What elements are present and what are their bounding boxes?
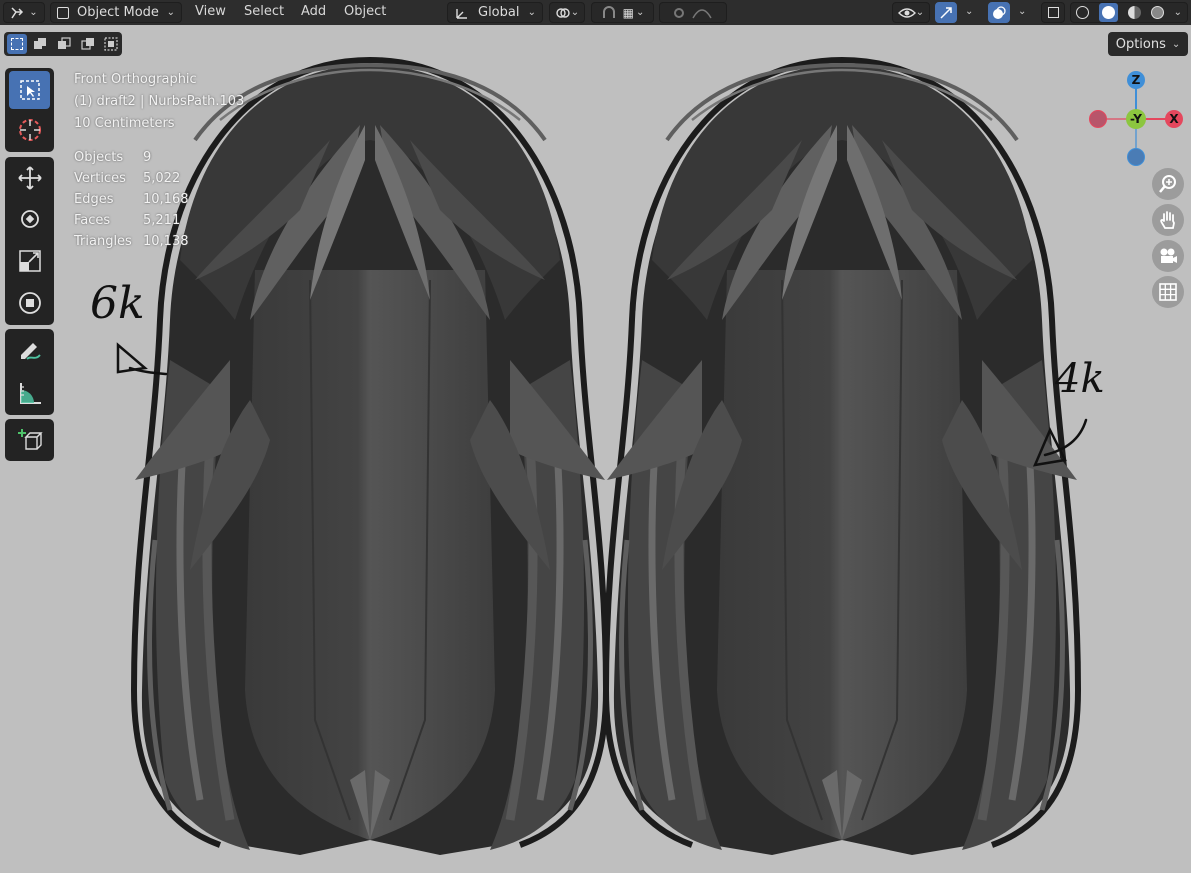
add-cube-icon [17, 429, 43, 450]
gizmo-axis-z[interactable]: Z [1127, 71, 1145, 89]
zoom-button[interactable] [1152, 168, 1184, 200]
pan-button[interactable] [1152, 204, 1184, 236]
scene-statistics: Objects 9 Vertices 5,022 Edges 10,168 Faces… [74, 150, 189, 255]
select-box-tool[interactable] [9, 71, 50, 109]
toggle-orthographic-button[interactable] [1152, 276, 1184, 308]
gizmo-axis-neg-y[interactable]: -Y [1126, 109, 1146, 129]
add-cube-tool[interactable] [9, 421, 50, 459]
rotate-icon [20, 210, 39, 228]
annotation-text-right: 4k [1055, 356, 1105, 402]
view-name-label: Front Orthographic [74, 72, 197, 87]
hair-mesh-left[interactable] [134, 60, 606, 855]
stat-row-objects: Objects 9 [74, 150, 152, 165]
tool-group-add [5, 419, 54, 461]
grid-icon [1159, 283, 1177, 301]
active-object-label: (1) draft2 | NurbsPath.103 [74, 94, 245, 109]
move-icon [17, 166, 42, 190]
gizmo-axis-neg-x[interactable] [1089, 110, 1107, 128]
blender-window: ⌄ Object Mode ⌄ View Select Add Object G… [0, 0, 1191, 873]
annotation-text-left: 6k [90, 278, 145, 329]
transform-tool[interactable] [9, 284, 50, 322]
tool-group-annotate [5, 329, 54, 415]
hair-mesh-right[interactable] [606, 60, 1078, 855]
scale-icon [18, 250, 41, 272]
annotate-pencil-icon [20, 343, 41, 360]
rotate-tool[interactable] [9, 200, 50, 238]
tool-group-transform [5, 157, 54, 325]
annotate-tool[interactable] [9, 331, 50, 369]
stat-row-triangles: Triangles 10,138 [74, 234, 189, 249]
select-box-icon [19, 80, 40, 100]
transform-icon [18, 292, 41, 314]
zoom-icon [1159, 175, 1176, 193]
viewport-3d[interactable] [0, 0, 1191, 873]
scale-tool[interactable] [9, 242, 50, 280]
move-tool[interactable] [9, 159, 50, 197]
cursor-tool[interactable] [9, 111, 50, 149]
stat-row-edges: Edges 10,168 [74, 192, 189, 207]
gizmo-axis-neg-z[interactable] [1127, 148, 1145, 166]
measure-tool[interactable] [9, 374, 50, 412]
hand-icon [1160, 211, 1175, 229]
camera-view-button[interactable] [1152, 240, 1184, 272]
gizmo-axis-x[interactable]: X [1165, 110, 1183, 128]
tool-group-select [5, 68, 54, 152]
stat-row-vertices: Vertices 5,022 [74, 171, 181, 186]
grid-scale-label: 10 Centimeters [74, 116, 175, 131]
measure-ruler-icon [19, 383, 41, 404]
camera-icon [1160, 248, 1177, 263]
cursor-icon [18, 119, 41, 141]
stat-row-faces: Faces 5,211 [74, 213, 181, 228]
